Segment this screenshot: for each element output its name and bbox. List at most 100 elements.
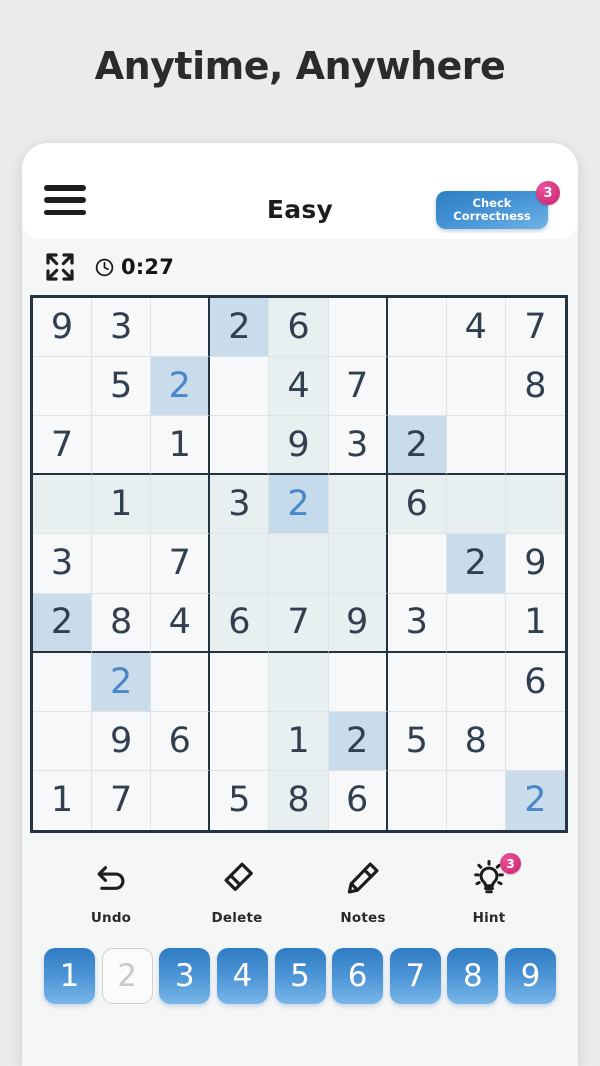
sudoku-cell-r4c1[interactable]	[33, 475, 93, 535]
sudoku-cell-r1c7[interactable]	[387, 298, 447, 358]
sudoku-cell-r7c4[interactable]	[210, 652, 270, 712]
sudoku-cell-r8c6[interactable]: 2	[328, 711, 388, 771]
number-button-1[interactable]: 1	[44, 948, 95, 1004]
fullscreen-expand-icon[interactable]	[44, 251, 76, 283]
check-correctness-button[interactable]: Check Correctness	[436, 191, 548, 229]
sudoku-cell-r1c5[interactable]: 6	[269, 298, 329, 358]
sudoku-cell-r1c3[interactable]	[151, 298, 211, 358]
sudoku-cell-r3c1[interactable]: 7	[33, 416, 93, 476]
sudoku-cell-r5c3[interactable]: 7	[151, 534, 211, 594]
sudoku-cell-r4c6[interactable]	[328, 475, 388, 535]
sudoku-cell-r9c7[interactable]	[387, 770, 447, 830]
sudoku-cell-r8c4[interactable]	[210, 711, 270, 771]
tool-hint-button[interactable]: Hint 3	[443, 853, 535, 926]
number-button-6[interactable]: 6	[332, 948, 384, 1004]
sudoku-cell-r4c4[interactable]: 3	[210, 475, 270, 535]
sudoku-cell-r7c3[interactable]	[151, 652, 211, 712]
sudoku-cell-r6c9[interactable]: 1	[505, 593, 565, 653]
sudoku-cell-r8c2[interactable]: 9	[92, 711, 152, 771]
sudoku-cell-r7c7[interactable]	[387, 652, 447, 712]
sudoku-cell-r1c1[interactable]: 9	[33, 298, 93, 358]
sudoku-cell-r1c2[interactable]: 3	[92, 298, 152, 358]
sudoku-cell-r5c6[interactable]	[328, 534, 388, 594]
sudoku-cell-r9c9[interactable]: 2	[505, 770, 565, 830]
sudoku-cell-r4c8[interactable]	[446, 475, 506, 535]
sudoku-cell-r8c9[interactable]	[505, 711, 565, 771]
sudoku-cell-r9c8[interactable]	[446, 770, 506, 830]
sudoku-cell-r7c1[interactable]	[33, 652, 93, 712]
sudoku-cell-r5c1[interactable]: 3	[33, 534, 93, 594]
promo-headline: Anytime, Anywhere	[94, 44, 506, 88]
sudoku-cell-r5c5[interactable]	[269, 534, 329, 594]
number-button-4[interactable]: 4	[216, 948, 268, 1004]
sudoku-cell-r9c4[interactable]: 5	[210, 770, 270, 830]
number-button-5[interactable]: 5	[274, 948, 326, 1004]
number-button-9[interactable]: 9	[505, 948, 556, 1004]
sudoku-cell-r9c5[interactable]: 8	[269, 770, 329, 830]
sudoku-cell-r7c6[interactable]	[328, 652, 388, 712]
sudoku-cell-r8c3[interactable]: 6	[151, 711, 211, 771]
sudoku-cell-r1c8[interactable]: 4	[446, 298, 506, 358]
sudoku-cell-r7c5[interactable]	[269, 652, 329, 712]
sudoku-cell-r1c4[interactable]: 2	[210, 298, 270, 358]
sudoku-grid[interactable]: 9326475247871932132637292846793126961258…	[30, 295, 568, 833]
phone-mockup: Easy Check Correctness 3 0:27 9 3 2 6 4 …	[22, 143, 578, 1066]
sudoku-cell-r2c1[interactable]	[33, 357, 93, 417]
sudoku-cell-r4c5[interactable]: 2	[269, 475, 329, 535]
sudoku-cell-r9c3[interactable]	[151, 770, 211, 830]
sudoku-cell-r3c8[interactable]	[446, 416, 506, 476]
sudoku-cell-r3c4[interactable]	[210, 416, 270, 476]
sudoku-cell-r2c4[interactable]	[210, 357, 270, 417]
sudoku-cell-r5c7[interactable]	[387, 534, 447, 594]
sudoku-cell-r2c8[interactable]	[446, 357, 506, 417]
sudoku-cell-r5c2[interactable]	[92, 534, 152, 594]
sudoku-cell-r6c2[interactable]: 8	[92, 593, 152, 653]
sudoku-cell-r8c8[interactable]: 8	[446, 711, 506, 771]
sudoku-cell-r3c6[interactable]: 3	[328, 416, 388, 476]
sudoku-cell-r4c7[interactable]: 6	[387, 475, 447, 535]
undo-arrow-icon	[92, 859, 130, 901]
sudoku-cell-r7c2[interactable]: 2	[92, 652, 152, 712]
sudoku-cell-r2c7[interactable]	[387, 357, 447, 417]
sudoku-cell-r8c7[interactable]: 5	[387, 711, 447, 771]
sudoku-cell-r4c3[interactable]	[151, 475, 211, 535]
sudoku-cell-r5c9[interactable]: 9	[505, 534, 565, 594]
sudoku-cell-r6c8[interactable]	[446, 593, 506, 653]
sudoku-cell-r6c1[interactable]: 2	[33, 593, 93, 653]
sudoku-cell-r2c3[interactable]: 2	[151, 357, 211, 417]
sudoku-cell-r4c2[interactable]: 1	[92, 475, 152, 535]
sudoku-cell-r1c6[interactable]	[328, 298, 388, 358]
sudoku-cell-r6c7[interactable]: 3	[387, 593, 447, 653]
sudoku-cell-r4c9[interactable]	[505, 475, 565, 535]
sudoku-cell-r6c4[interactable]: 6	[210, 593, 270, 653]
tool-notes-button[interactable]: Notes	[317, 859, 409, 926]
sudoku-cell-r3c9[interactable]	[505, 416, 565, 476]
sudoku-cell-r7c8[interactable]	[446, 652, 506, 712]
sudoku-cell-r3c5[interactable]: 9	[269, 416, 329, 476]
tool-delete-button[interactable]: Delete	[191, 859, 283, 926]
sudoku-cell-r5c8[interactable]: 2	[446, 534, 506, 594]
sudoku-cell-r9c6[interactable]: 6	[328, 770, 388, 830]
sudoku-cell-r6c5[interactable]: 7	[269, 593, 329, 653]
sudoku-cell-r9c2[interactable]: 7	[92, 770, 152, 830]
sudoku-cell-r3c3[interactable]: 1	[151, 416, 211, 476]
sudoku-cell-r8c5[interactable]: 1	[269, 711, 329, 771]
number-button-8[interactable]: 8	[447, 948, 499, 1004]
sudoku-cell-r2c9[interactable]: 8	[505, 357, 565, 417]
tool-undo-button[interactable]: Undo	[65, 859, 157, 926]
hint-count-badge: 3	[500, 853, 521, 874]
sudoku-cell-r2c2[interactable]: 5	[92, 357, 152, 417]
sudoku-cell-r6c3[interactable]: 4	[151, 593, 211, 653]
sudoku-cell-r3c2[interactable]	[92, 416, 152, 476]
sudoku-cell-r5c4[interactable]	[210, 534, 270, 594]
sudoku-cell-r7c9[interactable]: 6	[505, 652, 565, 712]
sudoku-cell-r9c1[interactable]: 1	[33, 770, 93, 830]
number-button-3[interactable]: 3	[159, 948, 211, 1004]
sudoku-cell-r1c9[interactable]: 7	[505, 298, 565, 358]
number-button-7[interactable]: 7	[389, 948, 441, 1004]
sudoku-cell-r6c6[interactable]: 9	[328, 593, 388, 653]
sudoku-cell-r3c7[interactable]: 2	[387, 416, 447, 476]
sudoku-cell-r2c5[interactable]: 4	[269, 357, 329, 417]
sudoku-cell-r2c6[interactable]: 7	[328, 357, 388, 417]
sudoku-cell-r8c1[interactable]	[33, 711, 93, 771]
